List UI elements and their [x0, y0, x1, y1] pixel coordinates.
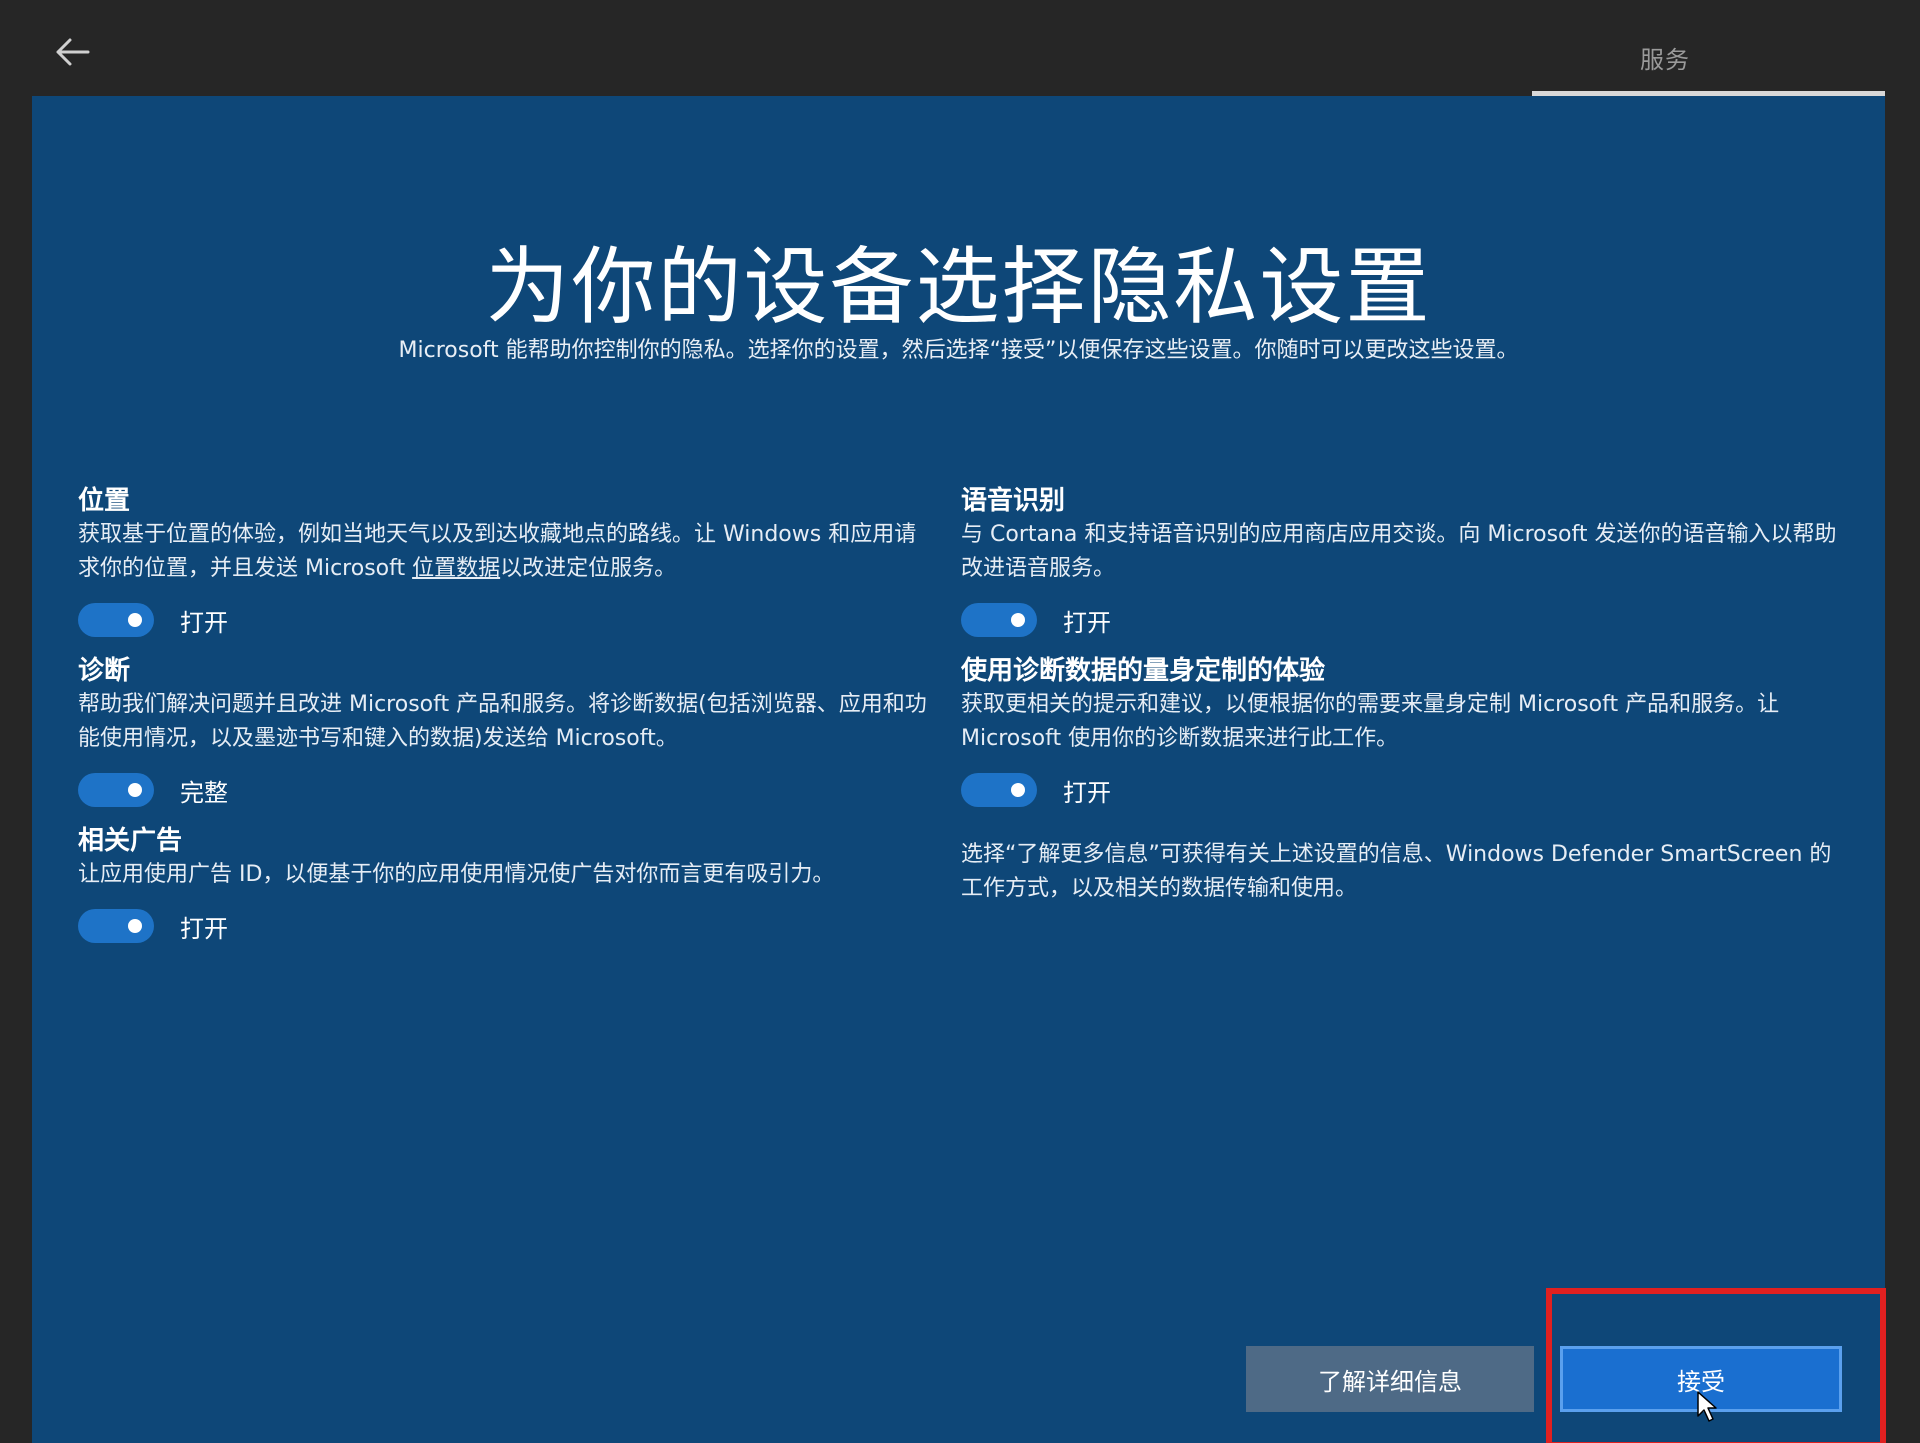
toggle-knob [128, 919, 142, 933]
setting-title: 位置 [78, 486, 131, 516]
setting-title: 语音识别 [961, 486, 1066, 516]
settings-column-left: 位置 获取基于位置的体验，例如当地天气以及到达收藏地点的路线。让 Windows… [78, 484, 938, 960]
toggle-row: 完整 [78, 760, 938, 820]
privacy-panel: 为你的设备选择隐私设置 Microsoft 能帮助你控制你的隐私。选择你的设置，… [32, 96, 1885, 1443]
location-data-link[interactable]: 位置数据 [412, 556, 500, 581]
diagnostics-toggle[interactable] [78, 773, 154, 807]
setting-location: 位置 获取基于位置的体验，例如当地天气以及到达收藏地点的路线。让 Windows… [78, 484, 938, 650]
toggle-row: 打开 [961, 760, 1851, 820]
relevant-ads-toggle[interactable] [78, 909, 154, 943]
setting-description: 帮助我们解决问题并且改进 Microsoft 产品和服务。将诊断数据(包括浏览器… [78, 692, 927, 751]
setting-description: 获取更相关的提示和建议，以便根据你的需要来量身定制 Microsoft 产品和服… [961, 692, 1780, 751]
setting-relevant-ads: 相关广告 让应用使用广告 ID，以便基于你的应用使用情况使广告对你而言更有吸引力… [78, 824, 938, 956]
setting-tailored-experiences: 使用诊断数据的量身定制的体验 获取更相关的提示和建议，以便根据你的需要来量身定制… [961, 654, 1851, 820]
back-arrow-icon [56, 38, 90, 66]
setting-description: 与 Cortana 和支持语音识别的应用商店应用交谈。向 Microsoft 发… [961, 522, 1837, 581]
toggle-row: 打开 [78, 590, 938, 650]
speech-recognition-toggle[interactable] [961, 603, 1037, 637]
location-toggle[interactable] [78, 603, 154, 637]
toggle-state-label: 打开 [1063, 778, 1111, 807]
back-button[interactable] [50, 30, 94, 74]
page-subtitle: Microsoft 能帮助你控制你的隐私。选择你的设置，然后选择“接受”以便保存… [398, 338, 1519, 363]
toggle-knob [1011, 613, 1025, 627]
toggle-knob [128, 613, 142, 627]
setting-speech-recognition: 语音识别 与 Cortana 和支持语音识别的应用商店应用交谈。向 Micros… [961, 484, 1851, 650]
setting-title: 相关广告 [78, 826, 183, 856]
oobe-window: 服务 为你的设备选择隐私设置 Microsoft 能帮助你控制你的隐私。选择你的… [0, 0, 1920, 1443]
page-title: 为你的设备选择隐私设置 [485, 238, 1432, 336]
toggle-row: 打开 [78, 896, 938, 956]
setting-description-text: 以改进定位服务。 [500, 556, 677, 581]
settings-column-right: 语音识别 与 Cortana 和支持语音识别的应用商店应用交谈。向 Micros… [961, 484, 1851, 906]
toggle-knob [128, 783, 142, 797]
toggle-state-label: 打开 [180, 914, 228, 943]
learn-more-button[interactable]: 了解详细信息 [1246, 1346, 1534, 1412]
top-bar: 服务 [0, 0, 1920, 96]
setting-diagnostics: 诊断 帮助我们解决问题并且改进 Microsoft 产品和服务。将诊断数据(包括… [78, 654, 938, 820]
accept-button[interactable]: 接受 [1560, 1346, 1842, 1412]
toggle-state-label: 完整 [180, 778, 228, 807]
setting-description: 让应用使用广告 ID，以便基于你的应用使用情况使广告对你而言更有吸引力。 [78, 862, 835, 887]
toggle-state-label: 打开 [180, 608, 228, 637]
toggle-row: 打开 [961, 590, 1851, 650]
step-label: 服务 [1640, 46, 1690, 74]
learn-more-info-text: 选择“了解更多信息”可获得有关上述设置的信息、Windows Defender … [961, 842, 1832, 901]
tailored-experiences-toggle[interactable] [961, 773, 1037, 807]
setting-title: 诊断 [78, 656, 131, 686]
toggle-state-label: 打开 [1063, 608, 1111, 637]
toggle-knob [1011, 783, 1025, 797]
setting-description: 获取基于位置的体验，例如当地天气以及到达收藏地点的路线。让 Windows 和应… [78, 518, 938, 586]
setting-title: 使用诊断数据的量身定制的体验 [961, 656, 1326, 686]
